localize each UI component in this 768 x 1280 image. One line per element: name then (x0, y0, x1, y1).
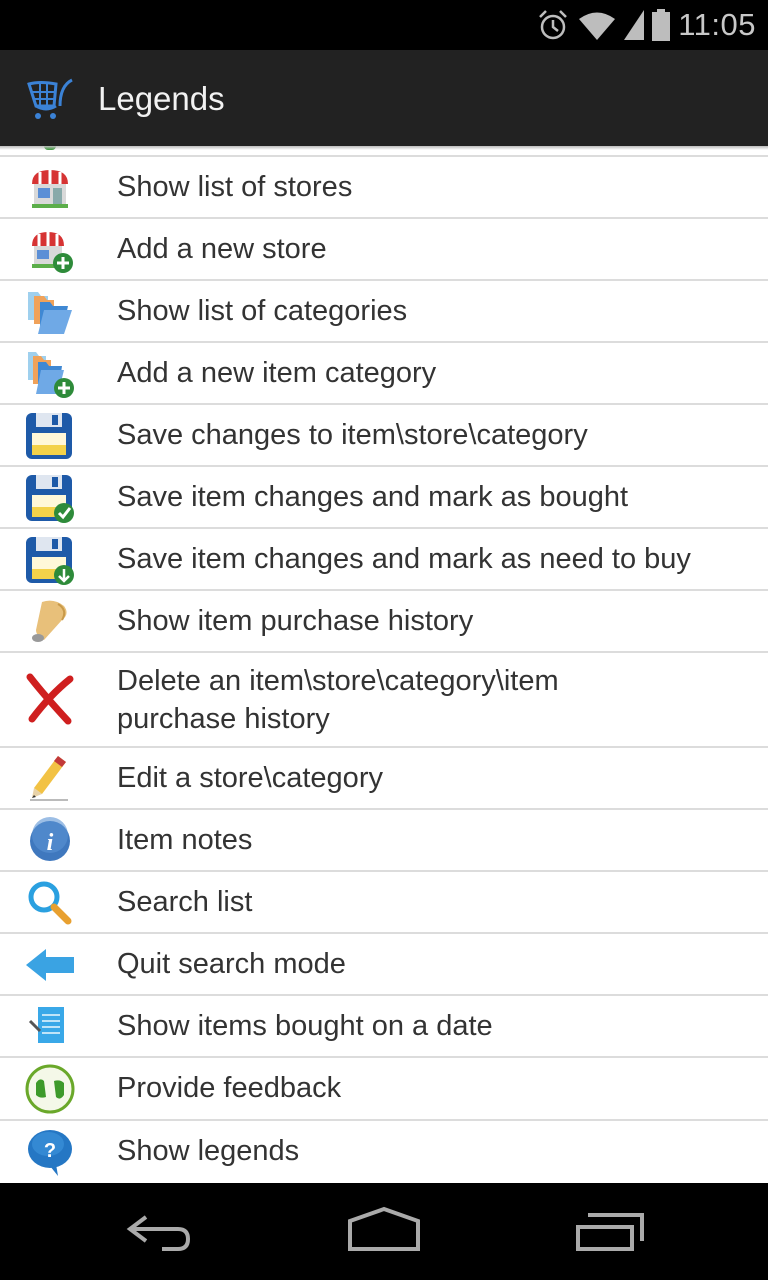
legend-label: Save changes to item\store\category (117, 419, 588, 451)
list-item[interactable]: Save changes to item\store\category (0, 405, 768, 467)
home-button[interactable] (334, 1205, 434, 1261)
list-item[interactable]: Save item changes and mark as bought (0, 467, 768, 529)
feedback-thumbs-icon (25, 1064, 75, 1114)
search-icon (28, 881, 72, 925)
scroll-icon (32, 600, 67, 642)
back-arrow-icon (26, 949, 74, 981)
legend-label: Show item purchase history (117, 605, 474, 637)
legend-label: Add a new store (117, 233, 327, 265)
signal-icon (624, 10, 645, 40)
action-bar-shadow (0, 146, 768, 150)
legend-label: Edit a store\category (117, 762, 383, 794)
legend-label: Show list of categories (117, 295, 408, 327)
legend-label-line2: purchase history (117, 703, 330, 735)
legend-label: Search list (117, 886, 253, 918)
legend-label: Add a new item category (117, 357, 437, 389)
action-bar: Legends (0, 50, 768, 146)
delete-x-icon (26, 673, 74, 725)
list-item[interactable]: Show items bought on a date (0, 996, 768, 1058)
svg-text:?: ? (44, 1140, 56, 1162)
info-icon: i (30, 817, 70, 861)
store-add-icon (32, 232, 73, 273)
list-item[interactable]: Provide feedback (0, 1058, 768, 1121)
shopping-cart-icon[interactable] (26, 78, 82, 122)
list-item[interactable]: Edit a store\category (0, 748, 768, 810)
alarm-icon (539, 10, 568, 40)
recents-button[interactable] (560, 1205, 660, 1261)
save-check-icon (26, 475, 74, 523)
battery-icon (652, 9, 671, 41)
legend-label: Quit search mode (117, 948, 346, 980)
list-item[interactable]: ? Show legends (0, 1121, 768, 1183)
navigation-bar (0, 1183, 768, 1280)
list-item[interactable]: Show list of stores (0, 157, 768, 219)
legend-label: Show legends (117, 1135, 300, 1167)
save-icon (26, 413, 72, 459)
folders-icon (28, 292, 72, 334)
list-item[interactable]: Show item purchase history (0, 591, 768, 653)
wifi-icon (579, 12, 616, 40)
legend-label: Show list of stores (117, 171, 353, 203)
save-download-icon (26, 537, 74, 585)
list-date-icon (28, 1007, 64, 1043)
status-bar: 11:05 (0, 0, 768, 50)
legend-label: Show items bought on a date (117, 1010, 493, 1042)
status-icons: 11:05 (536, 6, 756, 44)
legend-label: Item notes (117, 824, 253, 856)
svg-text:i: i (47, 830, 54, 856)
status-time: 11:05 (678, 7, 756, 42)
legend-label: Delete an item\store\category\item (117, 665, 559, 697)
help-bubble-icon: ? (28, 1130, 72, 1176)
pencil-icon (30, 756, 68, 801)
folder-add-icon (28, 352, 74, 398)
list-item[interactable]: Save item changes and mark as need to bu… (0, 529, 768, 591)
legend-label: Save item changes and mark as need to bu… (117, 543, 691, 575)
legends-list[interactable]: Show list of stores Add a new store Show… (0, 146, 768, 1183)
legend-label: Save item changes and mark as bought (117, 481, 629, 513)
list-item[interactable]: Show list of categories (0, 281, 768, 343)
store-icon (32, 170, 68, 208)
list-item[interactable]: Search list (0, 872, 768, 934)
list-item[interactable]: i Item notes (0, 810, 768, 872)
list-item[interactable]: Add a new store (0, 219, 768, 281)
page-title: Legends (98, 80, 225, 117)
list-item[interactable]: Delete an item\store\category\item purch… (0, 653, 768, 748)
list-item[interactable]: Quit search mode (0, 934, 768, 996)
list-item[interactable]: Add a new item category (0, 343, 768, 405)
back-button[interactable] (110, 1205, 210, 1261)
legend-label: Provide feedback (117, 1072, 342, 1104)
